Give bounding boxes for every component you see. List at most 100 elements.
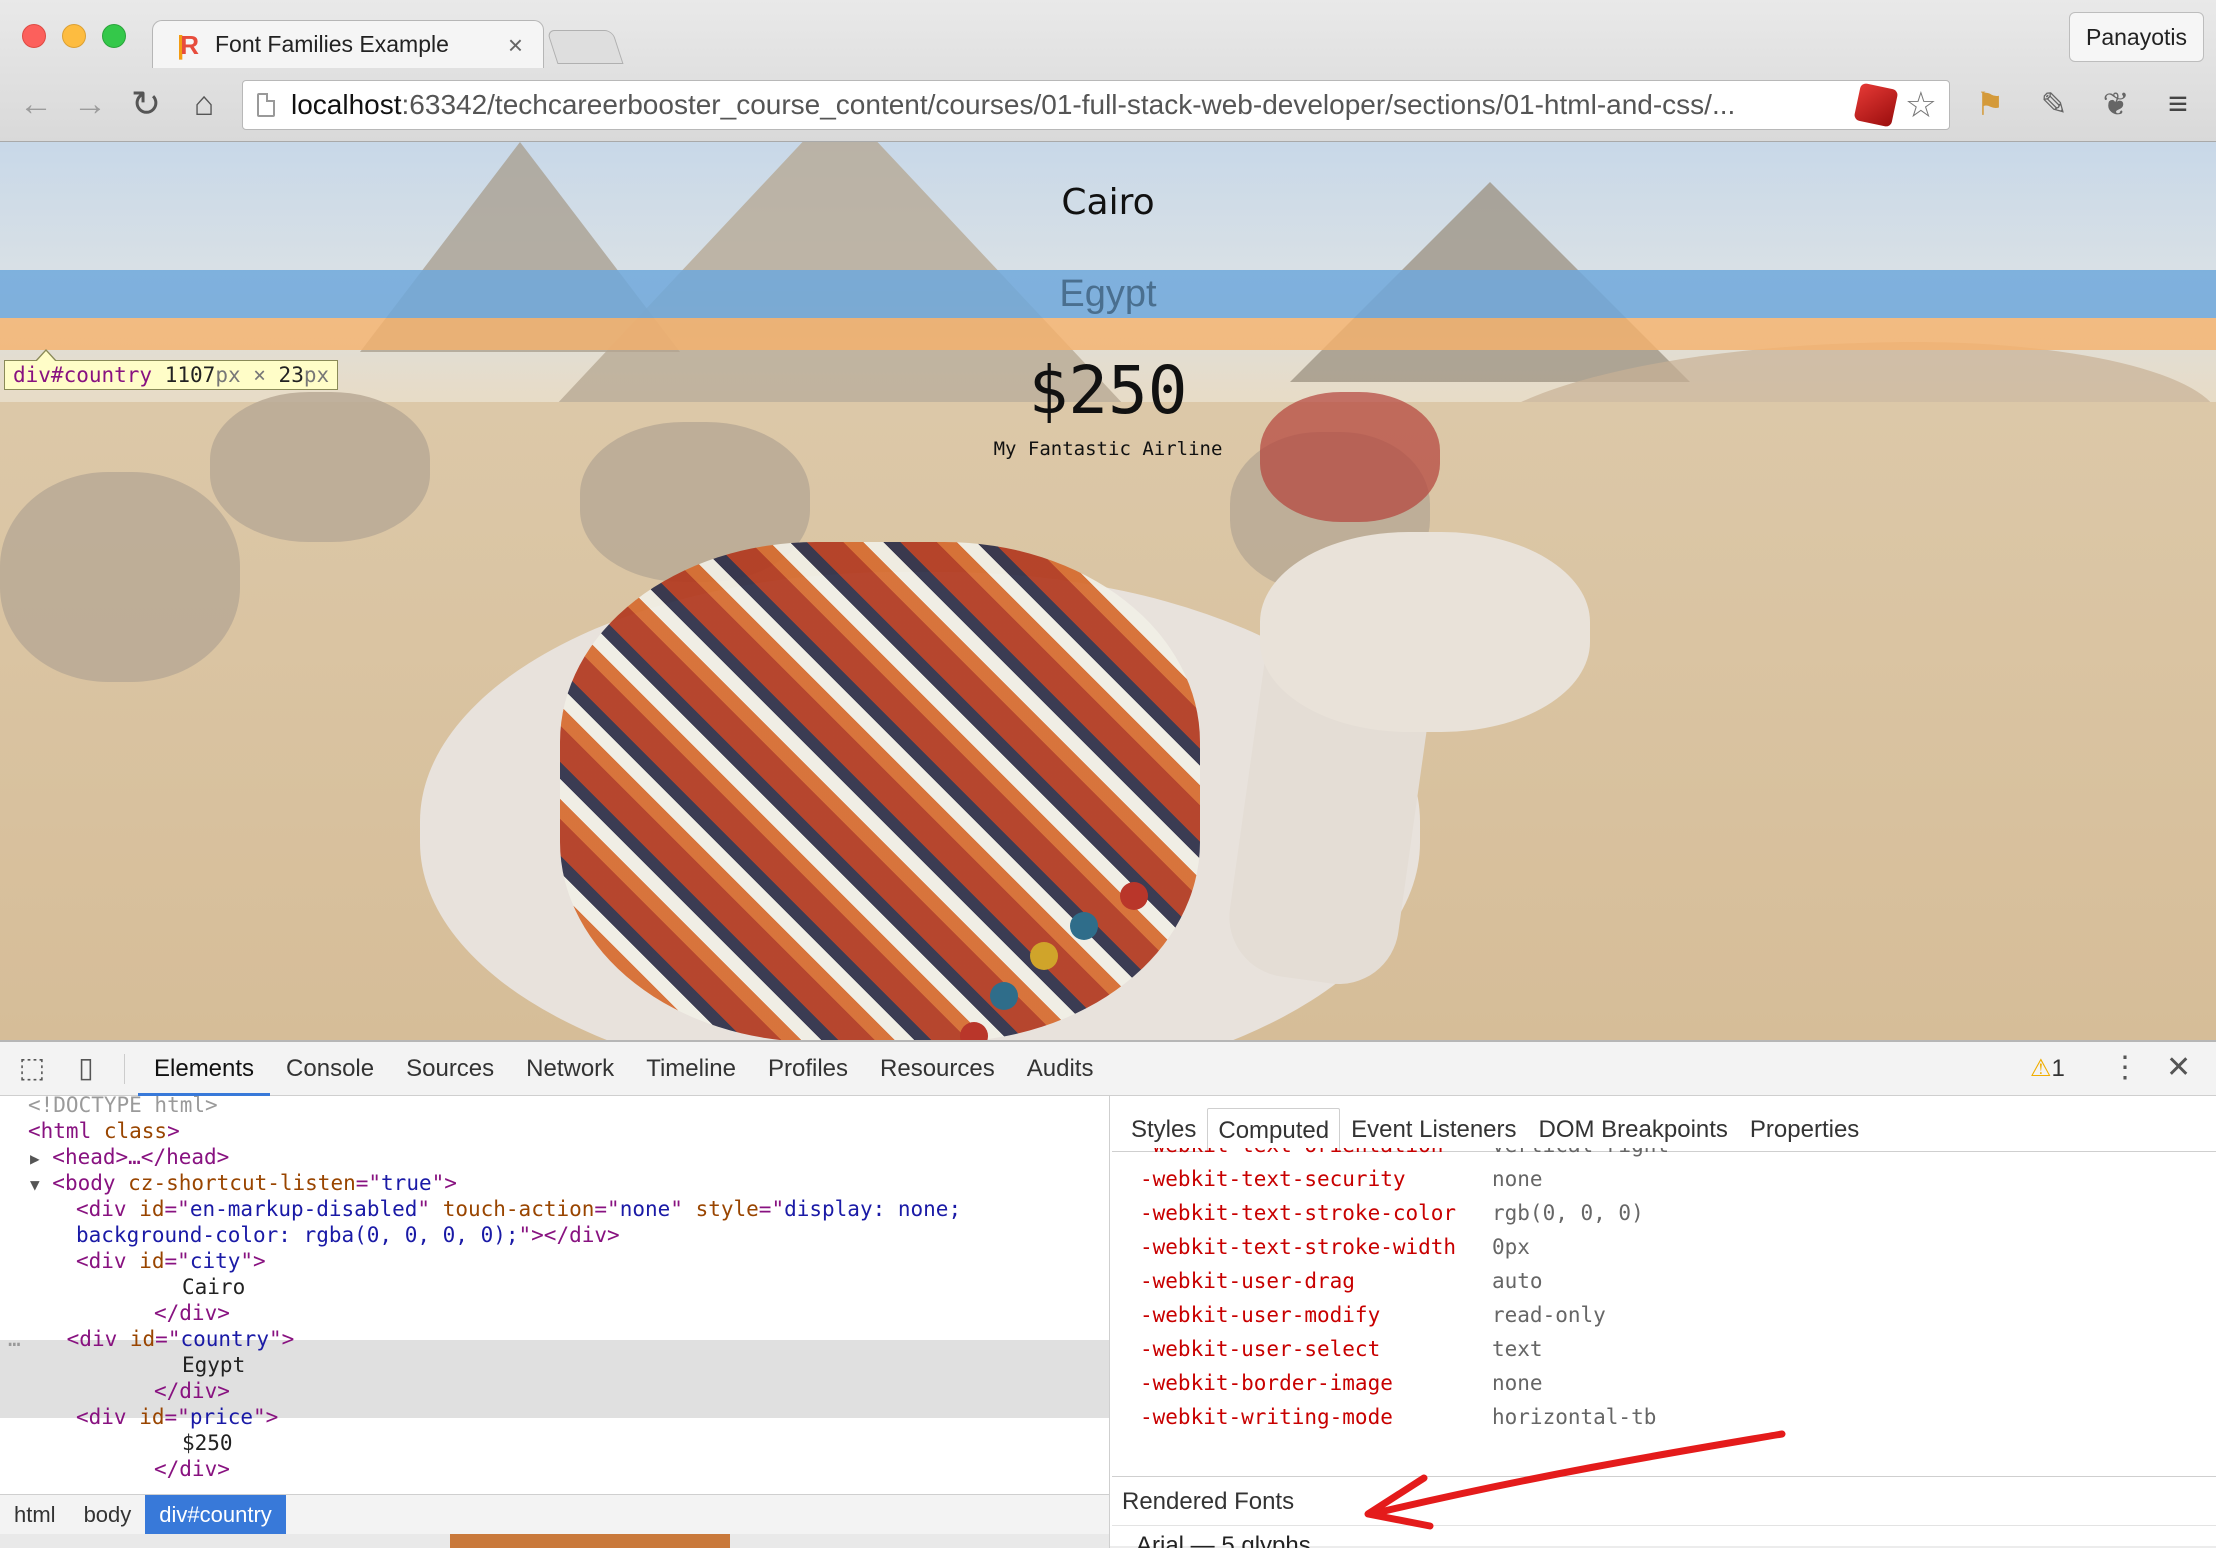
tab-resources[interactable]: Resources — [864, 1042, 1011, 1096]
property-value: vertical-right — [1492, 1148, 1669, 1162]
dom-city-text[interactable]: Cairo — [0, 1274, 1109, 1300]
tab-event-listeners[interactable]: Event Listeners — [1340, 1107, 1527, 1151]
property-name: -webkit-text-stroke-color — [1140, 1201, 1457, 1225]
eyedropper-icon[interactable]: ✎ — [2034, 84, 2074, 124]
computed-property[interactable]: -webkit-text-stroke-color rgb(0, 0, 0) — [1140, 1196, 2200, 1230]
tab-properties[interactable]: Properties — [1739, 1107, 1870, 1151]
node-text: $250 — [182, 1431, 233, 1455]
ruby-icon[interactable] — [1853, 82, 1899, 128]
maximize-window-icon[interactable] — [102, 24, 126, 48]
new-tab-button[interactable] — [546, 30, 624, 64]
breadcrumb: html body div#country — [0, 1494, 1109, 1535]
dom-price-div[interactable]: <div id="price"> — [0, 1404, 1109, 1430]
node-text: Egypt — [182, 1353, 246, 1377]
star-icon[interactable]: ☆ — [1905, 84, 1937, 126]
property-value: none — [1492, 1167, 1543, 1191]
dom-doctype[interactable]: <!DOCTYPE html> — [0, 1096, 1109, 1118]
devtools-toolbar: ⬚ ▯ Elements Console Sources Network Tim… — [0, 1042, 2216, 1096]
camel-head — [1260, 532, 1590, 732]
menu-icon[interactable]: ≡ — [2158, 84, 2198, 124]
dom-city-div[interactable]: <div id="city"> — [0, 1248, 1109, 1274]
computed-property[interactable]: -webkit-text-security none — [1140, 1162, 2200, 1196]
computed-property[interactable]: -webkit-user-drag auto — [1140, 1264, 2200, 1298]
ellipsis-icon[interactable]: … — [8, 1327, 21, 1351]
div-tag-close: "></div> — [518, 1223, 620, 1247]
attr-name: style — [695, 1197, 759, 1221]
property-name: -webkit-text-security — [1140, 1167, 1406, 1191]
body-tag-close: "> — [431, 1171, 457, 1195]
property-name: -webkit-user-select — [1140, 1337, 1381, 1361]
doctype-text: <!DOCTYPE html> — [28, 1096, 218, 1117]
close-devtools-icon[interactable]: ✕ — [2166, 1050, 2191, 1086]
tab-console[interactable]: Console — [270, 1042, 390, 1096]
close-window-icon[interactable] — [22, 24, 46, 48]
computed-property[interactable]: -webkit-text-orientation vertical-right — [1140, 1148, 2200, 1162]
extension-icon[interactable]: ⚑ — [1970, 84, 2010, 124]
home-icon[interactable]: ⌂ — [184, 84, 224, 124]
computed-property[interactable]: -webkit-border-image none — [1140, 1366, 2200, 1400]
tab-sources[interactable]: Sources — [390, 1042, 510, 1096]
reload-icon[interactable]: ↻ — [126, 84, 166, 124]
dom-html[interactable]: <html class> — [0, 1118, 1109, 1144]
dom-country-div[interactable]: … <div id="country"> — [0, 1326, 1109, 1352]
tab-computed[interactable]: Computed — [1207, 1108, 1341, 1152]
saddle-tassel — [1030, 942, 1058, 970]
warning-icon: ⚠ — [2030, 1055, 2052, 1082]
inspect-tooltip: div#country 1107px × 23px — [4, 349, 339, 390]
computed-property[interactable]: -webkit-user-modify read-only — [1140, 1298, 2200, 1332]
more-options-icon[interactable]: ⋮ — [2110, 1050, 2140, 1086]
property-value: rgb(0, 0, 0) — [1492, 1201, 1644, 1225]
collapse-icon[interactable]: ▼ — [30, 1175, 40, 1194]
minimize-window-icon[interactable] — [62, 24, 86, 48]
dom-country-text[interactable]: Egypt — [0, 1352, 1109, 1378]
dom-price-text[interactable]: $250 — [0, 1430, 1109, 1456]
saddle-tassel — [1120, 882, 1148, 910]
computed-property[interactable]: -webkit-text-stroke-width 0px — [1140, 1230, 2200, 1264]
evernote-icon[interactable]: ❦ — [2096, 84, 2136, 124]
attr-name: touch-action — [442, 1197, 595, 1221]
crumb-html[interactable]: html — [0, 1495, 70, 1535]
annotation-arrow-icon — [1364, 1430, 1786, 1530]
saddle-tassel — [1070, 912, 1098, 940]
tooltip-unit: px — [215, 363, 241, 387]
property-name: -webkit-text-stroke-width — [1140, 1235, 1457, 1259]
attr-value: country — [180, 1327, 269, 1351]
property-name: -webkit-text-orientation — [1140, 1148, 1443, 1162]
url-text[interactable]: localhost:63342/techcareerbooster_course… — [291, 89, 1847, 121]
crumb-div-country[interactable]: div#country — [145, 1494, 286, 1535]
dom-markup-div[interactable]: <div id="en-markup-disabled" touch-actio… — [0, 1196, 1109, 1222]
property-value: read-only — [1492, 1303, 1606, 1327]
browser-tab[interactable]: |R Font Families Example × — [152, 20, 544, 68]
tooltip-times: × — [240, 363, 279, 387]
attr-value: display: none; — [784, 1197, 962, 1221]
inspect-element-icon[interactable]: ⬚ — [14, 1050, 50, 1086]
tab-styles[interactable]: Styles — [1120, 1107, 1207, 1151]
dom-head[interactable]: ▶ <head>…</head> — [0, 1144, 1109, 1172]
back-icon[interactable]: ← — [16, 84, 56, 124]
attr-value: none — [619, 1197, 671, 1221]
attr-name: id — [129, 1327, 156, 1351]
computed-property[interactable]: -webkit-user-select text — [1140, 1332, 2200, 1366]
tab-elements[interactable]: Elements — [138, 1042, 271, 1096]
profile-button[interactable]: Panayotis — [2068, 12, 2204, 62]
expand-icon[interactable]: ▶ — [30, 1149, 40, 1168]
tab-network[interactable]: Network — [510, 1042, 630, 1096]
forward-icon[interactable]: → — [70, 84, 110, 124]
address-bar[interactable]: localhost:63342/techcareerbooster_course… — [242, 80, 1950, 130]
node-text: Cairo — [182, 1275, 246, 1299]
tab-close-icon[interactable]: × — [508, 32, 523, 58]
div-tag: <div — [76, 1405, 140, 1429]
property-value: 0px — [1492, 1235, 1530, 1259]
tooltip-selector: div#country — [13, 363, 153, 387]
head-tag: <head>…</head> — [52, 1145, 230, 1169]
html-tag-close: > — [167, 1119, 180, 1143]
tab-timeline[interactable]: Timeline — [630, 1042, 752, 1096]
tab-dom-breakpoints[interactable]: DOM Breakpoints — [1528, 1107, 1739, 1151]
device-mode-icon[interactable]: ▯ — [68, 1050, 104, 1086]
dom-markup-div-cont: background-color: rgba(0, 0, 0, 0);"></d… — [0, 1222, 1109, 1248]
warnings-counter[interactable]: ⚠1 — [2030, 1052, 2065, 1086]
dom-body[interactable]: ▼ <body cz-shortcut-listen="true"> — [0, 1170, 1109, 1198]
tab-profiles[interactable]: Profiles — [752, 1042, 864, 1096]
crumb-body[interactable]: body — [70, 1495, 146, 1535]
tab-audits[interactable]: Audits — [1011, 1042, 1110, 1096]
